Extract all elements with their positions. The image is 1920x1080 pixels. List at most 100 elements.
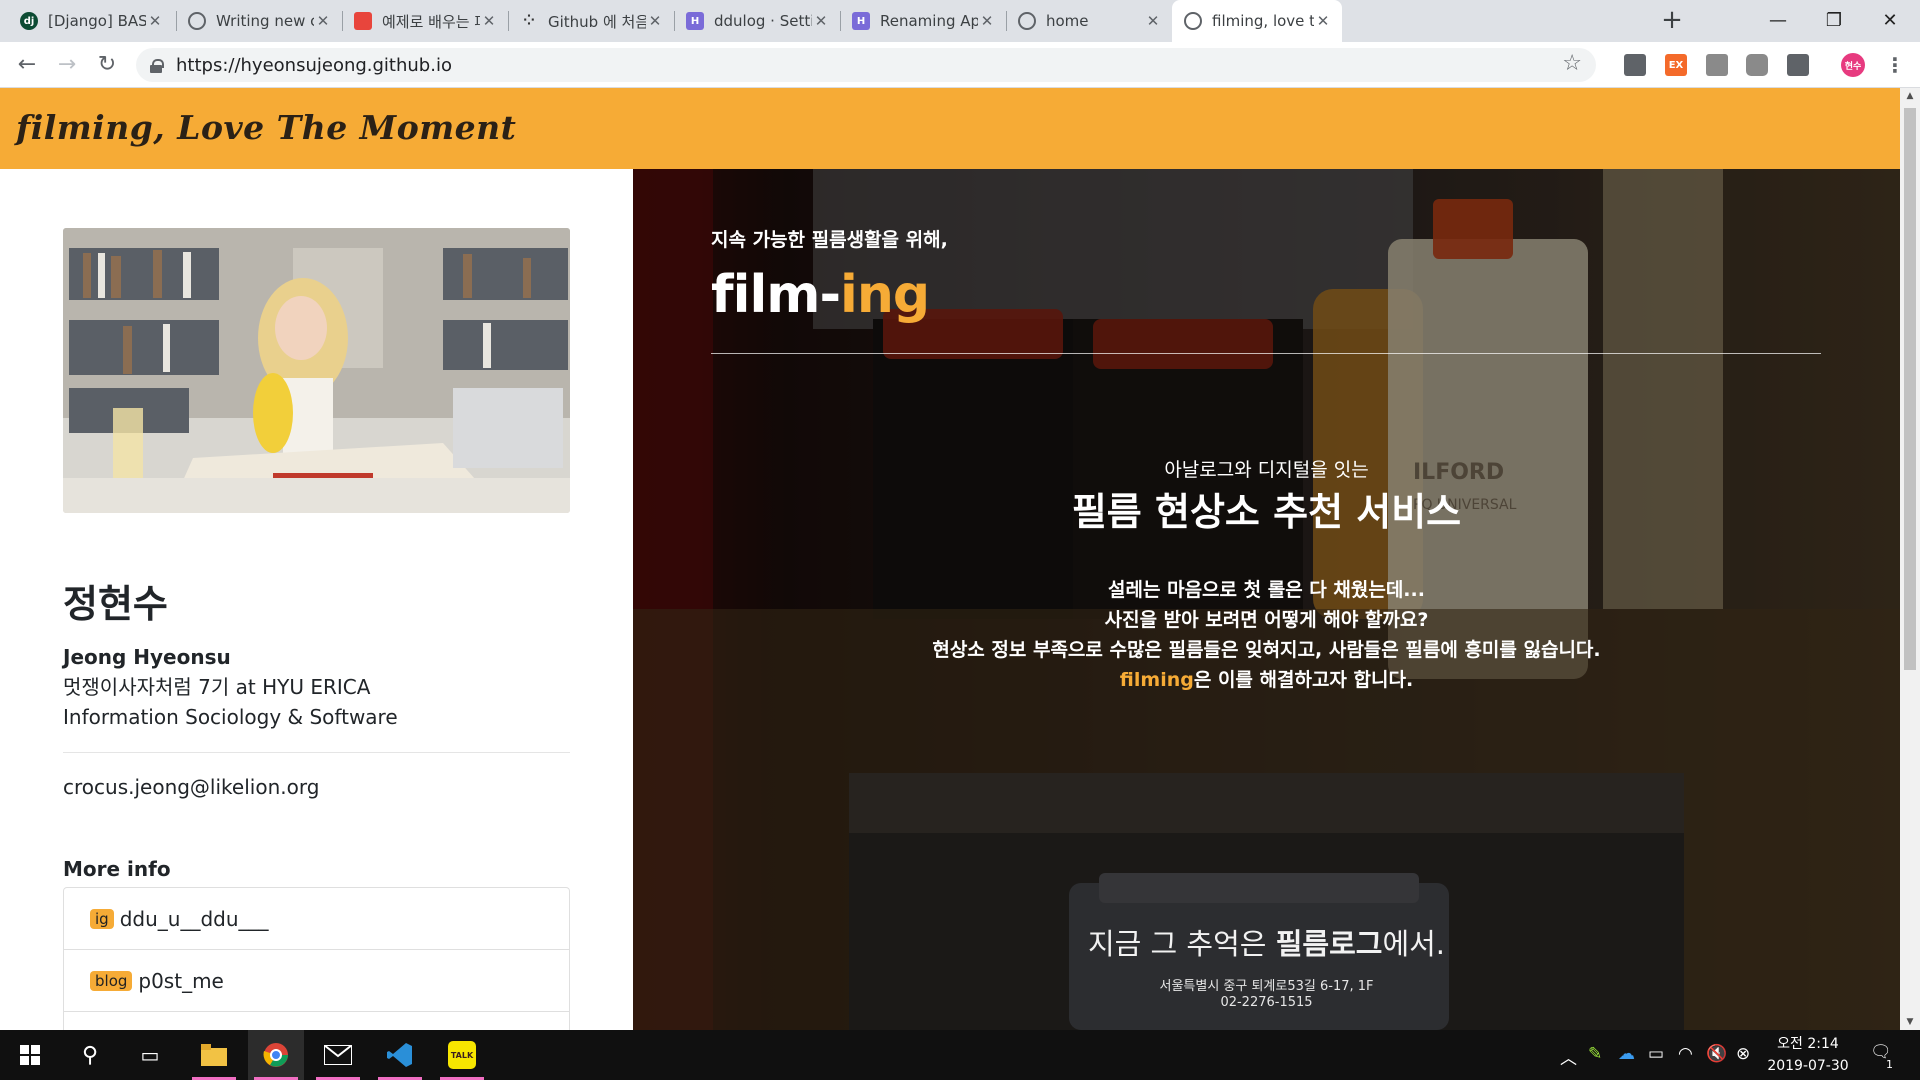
taskbar-clock[interactable]: 오전 2:14 2019-07-30 [1758,1033,1858,1077]
battery-icon[interactable]: ▭ [1648,1044,1664,1064]
ime-icon[interactable]: ⊗ [1736,1044,1750,1064]
site-title[interactable]: filming, Love The Moment [16,108,516,147]
new-tab-button[interactable]: + [1656,6,1688,36]
close-tab-icon[interactable]: ✕ [314,12,332,30]
hero-subtitle: 아날로그와 디지털을 잇는 [1164,459,1369,481]
avatar[interactable]: 현수 [1841,53,1865,77]
minimize-icon[interactable]: — [1750,0,1806,40]
ex-ext-icon[interactable]: EX [1665,54,1687,76]
mail-icon[interactable] [310,1030,366,1080]
filmlog-heading-post: 에서. [1382,927,1446,961]
profile-sidebar: 정현수 Jeong Hyeonsu 멋쟁이사자처럼 7기 at HYU ERIC… [63,228,570,1030]
page-scrollbar[interactable]: ▲ ▼ [1900,88,1920,1030]
hashnode-icon: H [852,12,870,30]
restore-icon[interactable]: ❐ [1806,0,1862,40]
filmlog-heading-bold: 필름로그 [1275,927,1383,961]
close-tab-icon[interactable]: ✕ [480,12,498,30]
browser-tab[interactable]: Writing new conte ✕ [176,0,342,42]
windows-start-icon[interactable] [2,1030,58,1080]
link-badge: ig [90,908,114,929]
link-text[interactable]: ddu_u__ddu___ [120,907,269,931]
dots-icon: ⁘ [523,13,535,29]
browser-tab[interactable]: home ✕ [1006,0,1172,42]
filmlog-panel: 지금 그 추억은 필름로그에서. 서울특별시 중구 퇴계로53길 6-17, 1… [849,773,1684,1030]
browser-tab[interactable]: ⁘ Github 에 처음 파 ✕ [508,0,674,42]
profile-affiliation: 멋쟁이사자처럼 7기 at HYU ERICA [63,675,371,699]
browser-tab[interactable]: H Renaming Apps fr ✕ [840,0,1006,42]
tab-title: ddulog · Settings [714,12,812,30]
browser-tab-strip: dj [Django] BASIC 4- ✕ Writing new conte… [0,0,1920,42]
forward-icon[interactable]: → [50,48,84,82]
scroll-down-icon[interactable]: ▼ [1900,1014,1920,1030]
link-instagram[interactable]: ig ddu_u__ddu___ [64,888,569,950]
close-window-icon[interactable]: ✕ [1862,0,1918,40]
notification-count: 1 [1886,1058,1893,1071]
link-github[interactable]: github hyeonsujeong [64,1012,569,1030]
menu-kebab-icon[interactable]: ⋮ [1884,53,1906,77]
browser-tab[interactable]: 예제로 배우는 파이 ✕ [342,0,508,42]
web-page: filming, Love The Moment 정현수 Jeong Hyeon… [0,88,1900,1030]
link-text[interactable]: p0st_me [138,969,223,993]
onedrive-icon[interactable]: ☁ [1618,1044,1635,1064]
tab-title: home [1046,12,1089,30]
profile-email[interactable]: crocus.jeong@likelion.org [63,775,570,799]
camera-ext-icon[interactable] [1746,54,1768,76]
windows-taskbar: ⚲ ▭ TALK ︿ ✎ ☁ ▭ ◠ 🔇 ⊗ 오전 2:14 2019-07-3… [0,1030,1920,1080]
hero-paragraph-3: 현상소 정보 부족으로 수많은 필름들은 잊혀지고, 사람들은 필름에 흥미를 … [932,639,1601,661]
tab-title: Renaming Apps fr [880,12,978,30]
close-tab-icon[interactable]: ✕ [1144,12,1162,30]
hero-paragraph-4: filming은 이를 해결하고자 합니다. [633,665,1900,692]
hero-logo: film-ing [711,265,930,325]
reload-icon[interactable]: ↻ [90,48,124,82]
wifi-icon[interactable]: ◠ [1678,1044,1693,1064]
close-tab-icon[interactable]: ✕ [1314,12,1332,30]
clock-time: 오전 2:14 [1777,1036,1839,1052]
browser-tab-active[interactable]: filming, love the m ✕ [1172,0,1342,42]
logo-main: film- [711,265,841,325]
filmlog-address: 서울특별시 중구 퇴계로53길 6-17, 1F [1159,979,1374,994]
divider [63,752,570,753]
scroll-up-icon[interactable]: ▲ [1900,88,1920,104]
close-tab-icon[interactable]: ✕ [812,12,830,30]
back-icon[interactable]: ← [10,48,44,82]
vscode-icon[interactable] [372,1030,428,1080]
clock-date: 2019-07-30 [1767,1058,1849,1074]
link-blog[interactable]: blog p0st_me [64,950,569,1012]
close-tab-icon[interactable]: ✕ [646,12,664,30]
search-icon[interactable]: ⚲ [62,1030,118,1080]
hero-p4-rest: 은 이를 해결하고자 합니다. [1193,669,1414,691]
profile-name-korean: 정현수 [63,582,168,626]
profile-name-english: Jeong Hyeonsu [63,645,231,669]
hero-paragraph-2: 사진을 받아 보려면 어떻게 해야 할까요? [1104,609,1429,631]
url-text[interactable]: https://hyeonsujeong.github.io [176,55,452,76]
logo-accent: ing [840,265,930,325]
profile-ext-icon[interactable] [1624,54,1646,76]
profile-photo [63,228,570,513]
hero-paragraph-1: 설레는 마음으로 첫 롤은 다 채웠는데... [1108,579,1425,601]
hashnode-icon: H [686,12,704,30]
tab-title: Github 에 처음 파 [548,12,646,31]
link-list: ig ddu_u__ddu___ blog p0st_me github hye… [63,887,570,1030]
chrome-icon[interactable] [248,1030,304,1080]
tab-title: 예제로 배우는 파이 [382,12,480,31]
lock-icon[interactable] [150,58,164,73]
tab-title: filming, love the m [1212,12,1314,30]
pen-icon[interactable]: ✎ [1588,1044,1602,1064]
kakaotalk-icon[interactable]: TALK [434,1030,490,1080]
reader-ext-icon[interactable] [1706,54,1728,76]
close-tab-icon[interactable]: ✕ [146,12,164,30]
browser-tab[interactable]: H ddulog · Settings ✕ [674,0,840,42]
volume-muted-icon[interactable]: 🔇 [1706,1044,1727,1064]
close-tab-icon[interactable]: ✕ [978,12,996,30]
dark-ext-icon[interactable] [1787,54,1809,76]
brand-accent: filming [1119,669,1194,691]
address-bar[interactable]: https://hyeonsujeong.github.io ☆ [136,48,1596,82]
tray-chevron-icon[interactable]: ︿ [1560,1044,1577,1069]
filmlog-heading-pre: 지금 그 추억은 [1087,927,1276,961]
scroll-thumb[interactable] [1904,108,1916,670]
link-badge: blog [90,970,133,991]
browser-tab[interactable]: dj [Django] BASIC 4- ✕ [8,0,174,42]
task-view-icon[interactable]: ▭ [122,1030,178,1080]
bookmark-star-icon[interactable]: ☆ [1562,51,1582,76]
file-explorer-icon[interactable] [186,1030,242,1080]
